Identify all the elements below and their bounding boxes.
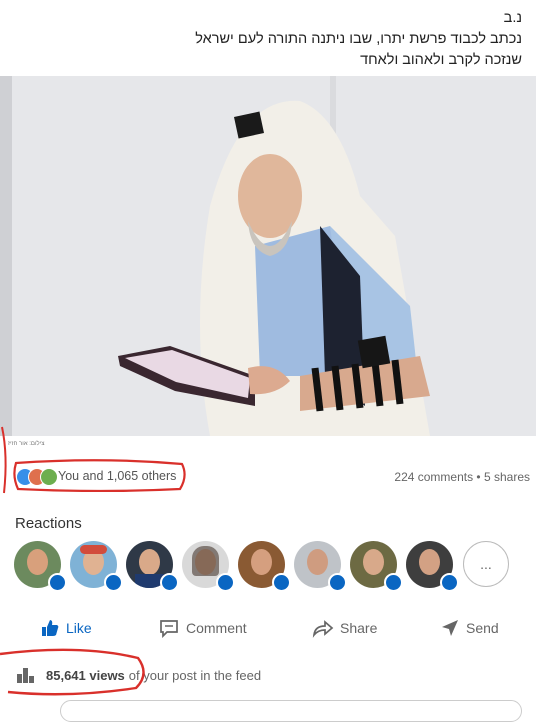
post-line-1: נ.ב (503, 10, 522, 26)
like-badge-icon (48, 573, 67, 592)
share-arrow-icon (312, 620, 334, 638)
comment-icon (160, 620, 178, 638)
like-badge-icon (160, 573, 179, 592)
post-line-2: נכתב לכבוד פרשת יתרו, שבו ניתנה התורה לע… (195, 31, 522, 47)
like-button[interactable]: Like (40, 616, 92, 640)
comment-button[interactable]: Comment (158, 616, 247, 640)
action-bar: Like Comment Share Send (0, 610, 536, 644)
like-badge-icon (384, 573, 403, 592)
post-photo[interactable] (0, 76, 536, 436)
annotation-circle-views (0, 648, 145, 696)
share-label: Share (340, 620, 378, 636)
annotation-stroke-left (1, 426, 7, 494)
comments-shares-count[interactable]: 224 comments • 5 shares (394, 470, 530, 484)
like-label: Like (66, 620, 92, 636)
like-badge-icon (328, 573, 347, 592)
share-button[interactable]: Share (312, 616, 377, 640)
like-badge-icon (272, 573, 291, 592)
like-badge-icon (104, 573, 123, 592)
post-line-3: שנזכה לקרב ולאהוב ולאחד (360, 52, 522, 68)
reactions-summary[interactable]: You and 1,065 others 224 comments • 5 sh… (12, 458, 532, 492)
reactions-count[interactable]: You and 1,065 others (58, 469, 176, 483)
send-button[interactable]: Send (440, 616, 499, 640)
comment-input[interactable] (60, 700, 522, 722)
post-text: נ.ב נכתב לכבוד פרשת יתרו, שבו ניתנה התור… (195, 8, 522, 71)
comment-label: Comment (186, 620, 247, 636)
like-badge-icon (440, 573, 459, 592)
thumbs-up-icon (42, 620, 59, 636)
photo-illustration (0, 76, 536, 436)
support-reaction-icon (40, 468, 58, 486)
like-badge-icon (216, 573, 235, 592)
send-label: Send (466, 620, 499, 636)
send-plane-icon (442, 620, 458, 636)
photo-credit: צילום: אור חזיז (8, 441, 45, 447)
reactions-heading: Reactions (15, 515, 82, 532)
more-reactors-button[interactable]: ... (463, 541, 509, 587)
